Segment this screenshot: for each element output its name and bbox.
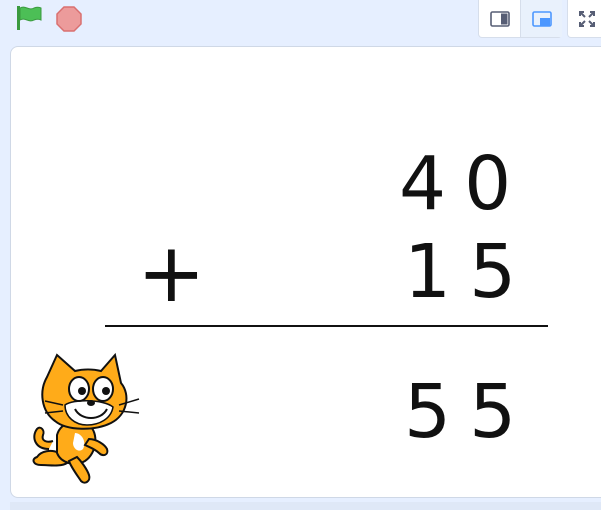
stage-size-toggle [478, 0, 562, 38]
fullscreen-icon [579, 10, 595, 27]
cat-sprite-icon[interactable] [27, 349, 149, 485]
stage-controls [0, 0, 601, 40]
normal-stage-button[interactable] [520, 0, 562, 37]
small-stage-icon [489, 10, 510, 27]
stage-page: 40 + 15 55 [0, 0, 601, 510]
stage-canvas[interactable]: 40 + 15 55 [10, 46, 601, 498]
plus-operator: + [137, 226, 206, 321]
sum-divider-line [105, 325, 548, 327]
fullscreen-button[interactable] [567, 0, 601, 38]
addend-bottom: 15 [404, 229, 535, 315]
sum-result: 55 [404, 369, 535, 455]
stop-sign-icon[interactable] [56, 6, 82, 32]
green-flag-icon[interactable] [14, 5, 44, 31]
addend-top: 40 [399, 141, 530, 227]
normal-stage-icon [531, 10, 552, 27]
stage-bottom-edge [10, 502, 601, 510]
small-stage-button[interactable] [479, 0, 520, 37]
